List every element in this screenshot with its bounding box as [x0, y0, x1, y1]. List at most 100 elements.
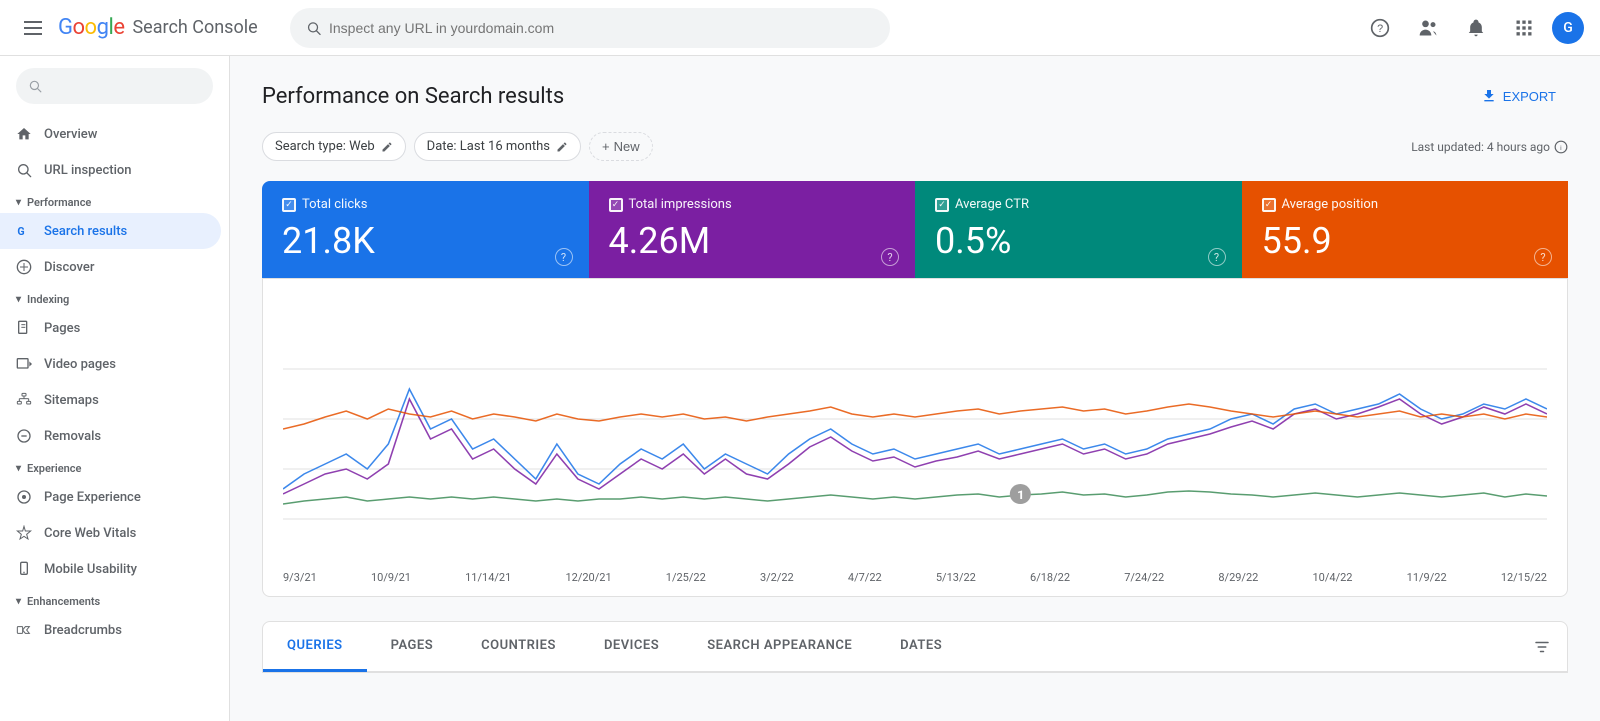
sidebar-item-removals[interactable]: Removals	[0, 418, 221, 454]
tab-pages[interactable]: PAGES	[367, 622, 458, 672]
filter-icon	[1533, 638, 1551, 656]
sidebar-search-icon	[28, 79, 42, 93]
x-label-2: 11/14/21	[465, 571, 511, 584]
layout: Overview URL inspection ▾ Performance G …	[0, 56, 1600, 697]
video-icon	[16, 356, 32, 372]
tab-dates[interactable]: DATES	[876, 622, 966, 672]
sidebar-label-removals: Removals	[44, 429, 101, 444]
users-icon	[1418, 18, 1438, 38]
help-button[interactable]: ?	[1360, 8, 1400, 48]
metric-value-clicks: 21.8K	[282, 220, 569, 262]
sidebar-item-breadcrumbs[interactable]: Breadcrumbs	[0, 612, 221, 648]
breadcrumbs-icon	[16, 622, 32, 638]
tab-queries[interactable]: QUERIES	[263, 622, 367, 672]
search-input[interactable]	[329, 20, 874, 36]
x-label-12: 11/9/22	[1407, 571, 1447, 584]
chevron-down-icon-3: ▾	[16, 463, 21, 474]
page-experience-icon	[16, 489, 32, 505]
sidebar-label-search-results: Search results	[44, 224, 127, 239]
mobile-icon	[16, 561, 32, 577]
search-type-label: Search type: Web	[275, 139, 375, 154]
sidebar-label-page-experience: Page Experience	[44, 490, 141, 505]
chevron-down-icon-2: ▾	[16, 294, 21, 305]
svg-text:G: G	[17, 225, 24, 238]
sidebar-item-discover[interactable]: Discover	[0, 249, 221, 285]
metric-card-avg-position[interactable]: Average position 55.9 ?	[1242, 181, 1569, 278]
sidebar-label-breadcrumbs: Breadcrumbs	[44, 623, 122, 638]
edit-icon-2	[556, 141, 568, 153]
checkbox-clicks	[282, 198, 296, 212]
avatar[interactable]: G	[1552, 12, 1584, 44]
sidebar-search-box[interactable]	[16, 68, 213, 104]
sidebar: Overview URL inspection ▾ Performance G …	[0, 56, 230, 721]
metric-cards: Total clicks 21.8K ? Total impressions 4…	[262, 181, 1568, 278]
search-bar[interactable]	[290, 8, 890, 48]
checkbox-impressions	[609, 198, 623, 212]
info-icon: i	[1554, 140, 1568, 154]
metric-card-avg-ctr[interactable]: Average CTR 0.5% ?	[915, 181, 1242, 278]
sidebar-label-overview: Overview	[44, 127, 97, 142]
help-icon: ?	[1370, 18, 1390, 38]
new-filter-button[interactable]: + New	[589, 132, 653, 161]
sidebar-section-experience[interactable]: ▾ Experience	[0, 454, 229, 479]
sidebar-item-url-inspection[interactable]: URL inspection	[0, 152, 221, 188]
page-header: Performance on Search results EXPORT	[262, 80, 1568, 112]
core-web-vitals-icon	[16, 525, 32, 541]
last-updated: Last updated: 4 hours ago i	[1411, 140, 1568, 154]
x-label-8: 6/18/22	[1030, 571, 1070, 584]
sidebar-item-mobile-usability[interactable]: Mobile Usability	[0, 551, 221, 587]
menu-button[interactable]	[16, 11, 50, 45]
svg-text:1: 1	[1017, 489, 1024, 503]
performance-chart: 1 1	[283, 299, 1547, 559]
google-logo: Google Search Console	[58, 15, 258, 40]
metric-card-total-clicks[interactable]: Total clicks 21.8K ?	[262, 181, 589, 278]
metric-card-header-4: Average position	[1262, 197, 1549, 212]
export-button[interactable]: EXPORT	[1469, 80, 1568, 112]
sidebar-item-overview[interactable]: Overview	[0, 116, 221, 152]
notifications-button[interactable]	[1456, 8, 1496, 48]
discover-icon	[16, 259, 32, 275]
metric-label-impressions: Total impressions	[629, 197, 732, 212]
sidebar-item-video-pages[interactable]: Video pages	[0, 346, 221, 382]
search-type-filter[interactable]: Search type: Web	[262, 132, 406, 161]
metric-card-header-2: Total impressions	[609, 197, 896, 212]
x-label-13: 12/15/22	[1501, 571, 1547, 584]
filters-row: Search type: Web Date: Last 16 months + …	[262, 132, 1568, 161]
x-label-4: 1/25/22	[666, 571, 706, 584]
apps-button[interactable]	[1504, 8, 1544, 48]
date-label: Date: Last 16 months	[427, 139, 550, 154]
users-button[interactable]	[1408, 8, 1448, 48]
tab-search-appearance[interactable]: SEARCH APPEARANCE	[683, 622, 876, 672]
sidebar-section-indexing[interactable]: ▾ Indexing	[0, 285, 229, 310]
new-filter-label: New	[614, 139, 640, 154]
date-filter[interactable]: Date: Last 16 months	[414, 132, 581, 161]
metric-card-header: Total clicks	[282, 197, 569, 212]
checkbox-position	[1262, 198, 1276, 212]
sidebar-label-pages: Pages	[44, 321, 80, 336]
x-label-6: 4/7/22	[848, 571, 882, 584]
x-label-5: 3/2/22	[760, 571, 794, 584]
metric-value-position: 55.9	[1262, 220, 1549, 262]
search-small-icon	[16, 162, 32, 178]
bell-icon	[1466, 18, 1486, 38]
sidebar-item-core-web-vitals[interactable]: Core Web Vitals	[0, 515, 221, 551]
sidebar-item-search-results[interactable]: G Search results	[0, 213, 221, 249]
info-icon-impressions: ?	[881, 248, 899, 266]
tab-devices[interactable]: DEVICES	[580, 622, 683, 672]
sidebar-item-sitemaps[interactable]: Sitemaps	[0, 382, 221, 418]
apps-icon	[1514, 18, 1534, 38]
sidebar-section-enhancements[interactable]: ▾ Enhancements	[0, 587, 229, 612]
edit-icon	[381, 141, 393, 153]
sidebar-item-pages[interactable]: Pages	[0, 310, 221, 346]
removals-icon	[16, 428, 32, 444]
sidebar-item-page-experience[interactable]: Page Experience	[0, 479, 221, 515]
filter-rows-button[interactable]	[1517, 622, 1567, 671]
tab-countries[interactable]: COUNTRIES	[457, 622, 580, 672]
tabs-row: QUERIES PAGES COUNTRIES DEVICES SEARCH A…	[263, 622, 1567, 672]
sidebar-section-performance[interactable]: ▾ Performance	[0, 188, 229, 213]
metric-label-position: Average position	[1282, 197, 1379, 212]
x-label-9: 7/24/22	[1124, 571, 1164, 584]
sidebar-label-core-web-vitals: Core Web Vitals	[44, 526, 136, 541]
x-label-1: 10/9/21	[371, 571, 411, 584]
metric-card-total-impressions[interactable]: Total impressions 4.26M ?	[589, 181, 916, 278]
